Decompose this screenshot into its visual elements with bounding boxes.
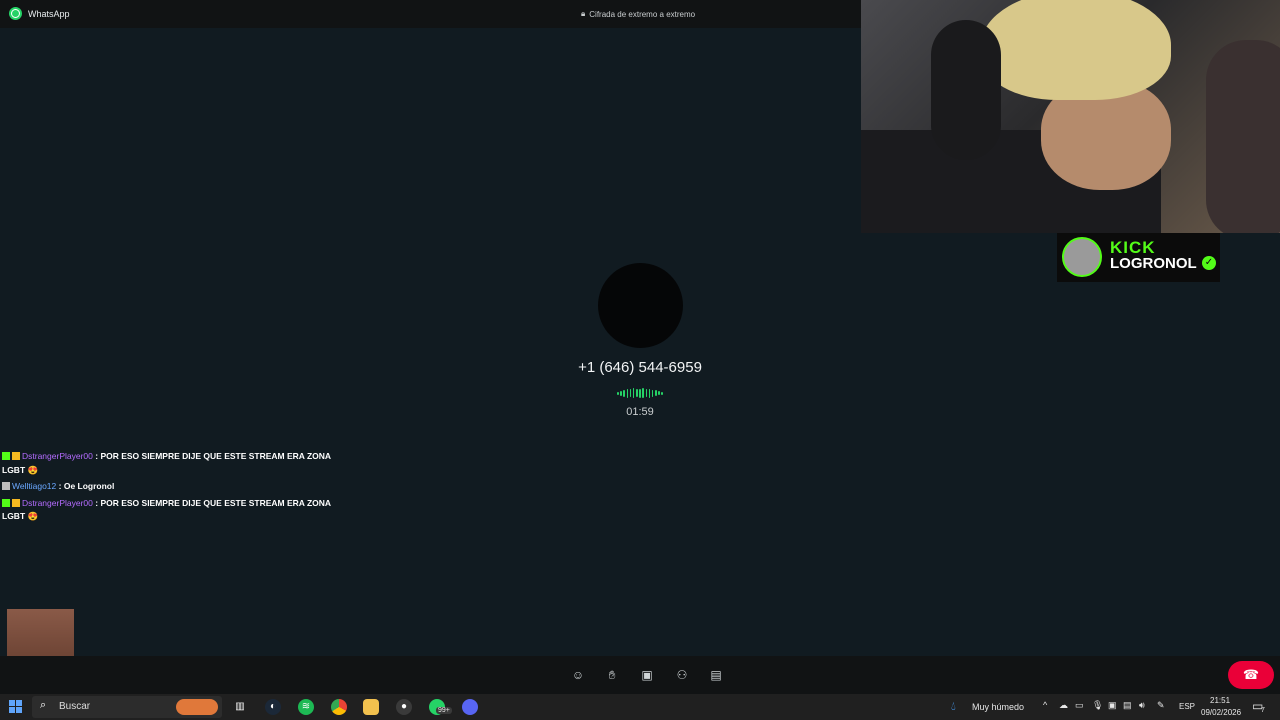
- chat-text: Oe Logronol: [63, 481, 115, 491]
- end-call-button[interactable]: ☎︎: [1228, 661, 1274, 689]
- clock-time[interactable]: 21:51: [1210, 696, 1230, 705]
- chat-username: Welltiago12: [12, 481, 57, 491]
- app-name: WhatsApp: [28, 8, 70, 19]
- search-placeholder: Buscar: [59, 701, 91, 712]
- pizza-icon: [176, 699, 218, 715]
- encryption-label: Cifrada de extremo a extremo: [589, 9, 696, 19]
- verified-check-icon: ✓: [1202, 256, 1216, 270]
- chat-message: DstrangerPlayer00 : POR ESO SIEMPRE DIJE…: [2, 450, 342, 477]
- discord-icon[interactable]: [462, 699, 478, 715]
- encryption-notice: 🔒︎ Cifrada de extremo a extremo: [581, 9, 695, 19]
- stream-chat: DstrangerPlayer00 : POR ESO SIEMPRE DIJE…: [2, 450, 342, 527]
- weather-label[interactable]: Muy húmedo: [972, 702, 1024, 712]
- steam-icon[interactable]: ◐: [265, 699, 281, 715]
- audio-wave-icon: [617, 388, 663, 398]
- taskbar-search[interactable]: ⌕ Buscar: [32, 696, 222, 718]
- chat-username: DstrangerPlayer00: [22, 497, 93, 508]
- volume-icon[interactable]: 🔊︎: [1139, 700, 1145, 711]
- clock-date[interactable]: 09/02/2026: [1201, 708, 1241, 717]
- windows-start-icon[interactable]: [9, 700, 22, 713]
- call-timer: 01:59: [626, 406, 654, 418]
- microphone-icon[interactable]: 🎙︎: [1092, 700, 1103, 711]
- search-icon: ⌕: [40, 699, 47, 711]
- weather-icon: 💧︎: [951, 699, 956, 713]
- language-indicator[interactable]: ESP: [1179, 702, 1195, 711]
- chat-message: DstrangerPlayer00 : POR ESO SIEMPRE DIJE…: [2, 497, 342, 524]
- add-person-button[interactable]: ⚇: [674, 668, 690, 682]
- raise-hand-button[interactable]: ✋︎: [604, 668, 620, 682]
- spotify-icon[interactable]: ≋: [298, 699, 314, 715]
- whatsapp-logo-icon: [9, 7, 22, 20]
- crown-badge-icon: [12, 498, 20, 507]
- obs-icon[interactable]: ●: [396, 699, 412, 715]
- captions-button[interactable]: ▤: [708, 668, 724, 682]
- screen-share-button[interactable]: ▣: [639, 668, 655, 682]
- streamer-avatar: [1062, 237, 1102, 277]
- camera-icon[interactable]: ▭: [1075, 700, 1084, 711]
- chevron-up-icon[interactable]: ^: [1043, 700, 1047, 710]
- chat-username: DstrangerPlayer00: [22, 451, 93, 461]
- notification-count: 7: [1261, 707, 1265, 714]
- display-icon[interactable]: ▣: [1108, 700, 1117, 711]
- kick-channel-badge: KICK LOGRONOL ✓: [1057, 233, 1220, 282]
- sub-badge-icon: [2, 498, 10, 507]
- app-title: WhatsApp: [9, 7, 70, 20]
- crown-badge-icon: [12, 452, 20, 460]
- emoji-button[interactable]: ☺: [570, 668, 586, 682]
- onedrive-icon[interactable]: ☁︎: [1059, 700, 1068, 711]
- callee-avatar: [598, 263, 683, 348]
- callee-number: +1 (646) 544-6959: [578, 359, 702, 376]
- chat-separator: :: [56, 481, 64, 491]
- network-icon[interactable]: ▤: [1123, 700, 1132, 711]
- chat-message: Welltiago12 : Oe Logronol: [2, 480, 342, 494]
- file-explorer-icon[interactable]: [363, 699, 379, 715]
- pen-icon[interactable]: ✎: [1157, 700, 1165, 711]
- channel-name: LOGRONOL: [1110, 255, 1197, 272]
- webcam-feed: [861, 0, 1280, 233]
- task-view-icon[interactable]: ▥: [232, 699, 248, 715]
- sub-badge-icon: [2, 482, 10, 490]
- whatsapp-unread-badge: 99+: [436, 707, 452, 714]
- chrome-icon[interactable]: [331, 699, 347, 715]
- sub-badge-icon: [2, 452, 10, 460]
- lock-icon: 🔒︎: [581, 9, 586, 18]
